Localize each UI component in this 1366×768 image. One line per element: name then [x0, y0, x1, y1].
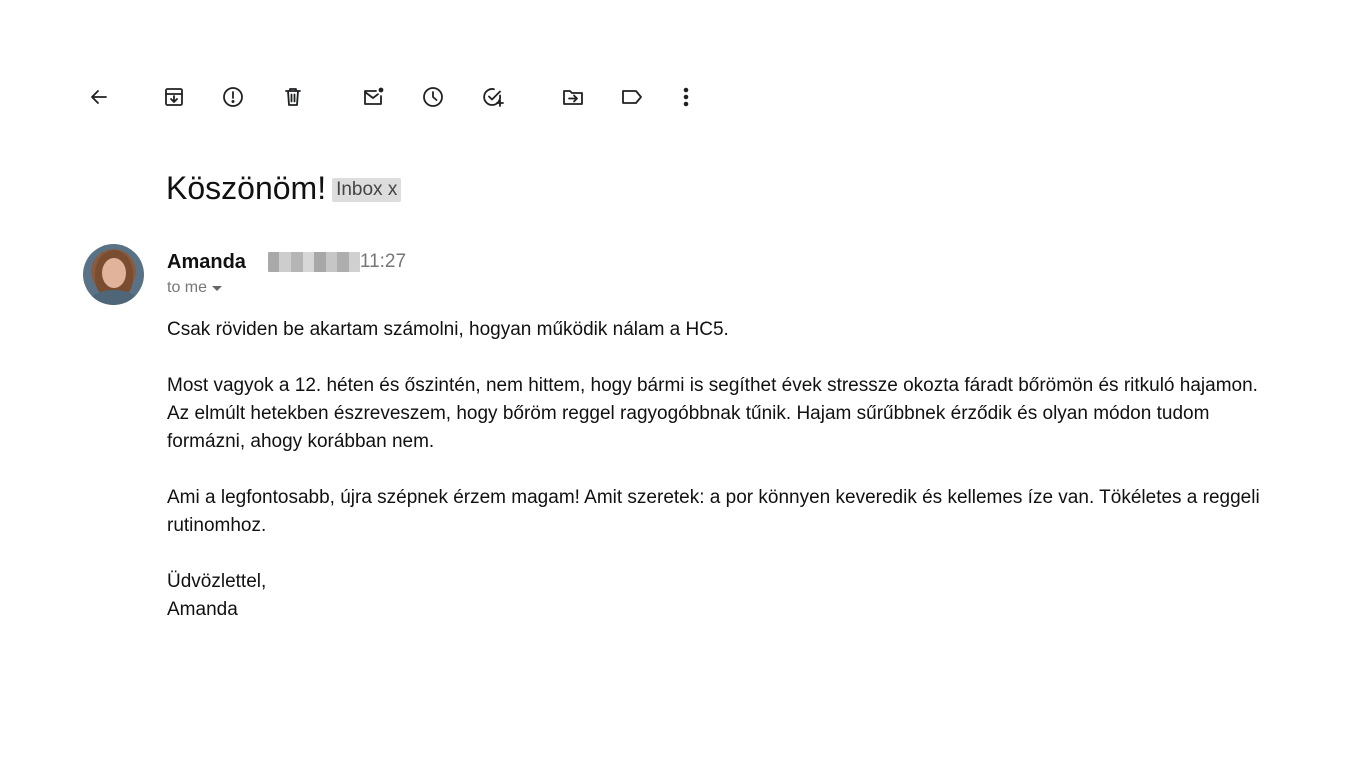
arrow-left-icon	[91, 90, 107, 104]
email-body: Csak röviden be akartam számolni, hogyan…	[167, 316, 1277, 624]
body-paragraph: Csak röviden be akartam számolni, hogyan…	[167, 319, 729, 340]
avatar[interactable]	[83, 244, 144, 305]
snooze-button[interactable]	[420, 84, 446, 110]
inbox-label-chip[interactable]: Inbox x	[332, 177, 402, 202]
more-options-button[interactable]	[673, 84, 699, 110]
delete-button[interactable]	[280, 84, 306, 110]
email-subject: Köszönöm!	[166, 170, 327, 206]
back-button[interactable]	[86, 84, 112, 110]
subject-row: Köszönöm! Inbox x	[166, 168, 402, 208]
email-time: 11:27	[359, 251, 407, 272]
archive-button[interactable]	[161, 84, 187, 110]
body-paragraph: Ami a legfontosabb, újra szépnek érzem m…	[167, 487, 1260, 536]
label-icon	[622, 90, 642, 104]
trash-icon	[285, 88, 301, 106]
redacted-date	[267, 252, 360, 272]
closing-line: Üdvözlettel,	[167, 571, 267, 592]
move-to-folder-icon	[563, 90, 583, 105]
report-spam-icon	[223, 87, 243, 107]
report-spam-button[interactable]	[220, 84, 246, 110]
body-paragraph: Most vagyok a 12. héten és őszintén, nem…	[167, 375, 1258, 452]
signature: Amanda	[167, 599, 238, 620]
sender-name[interactable]: Amanda	[167, 251, 246, 274]
more-vertical-icon	[683, 87, 689, 107]
add-task-button[interactable]	[480, 84, 506, 110]
recipient-label: to me	[167, 279, 208, 296]
archive-icon	[165, 88, 183, 106]
mark-unread-icon	[364, 87, 384, 105]
move-to-button[interactable]	[560, 84, 586, 110]
mark-unread-button[interactable]	[360, 84, 386, 110]
email-toolbar	[0, 84, 1366, 110]
clock-icon	[423, 87, 443, 107]
sender-row: Amanda 11:27	[167, 250, 406, 274]
add-task-icon	[483, 88, 504, 107]
caret-down-icon	[212, 285, 223, 291]
label-button[interactable]	[619, 84, 645, 110]
recipient-details-toggle[interactable]: to me	[167, 279, 223, 297]
